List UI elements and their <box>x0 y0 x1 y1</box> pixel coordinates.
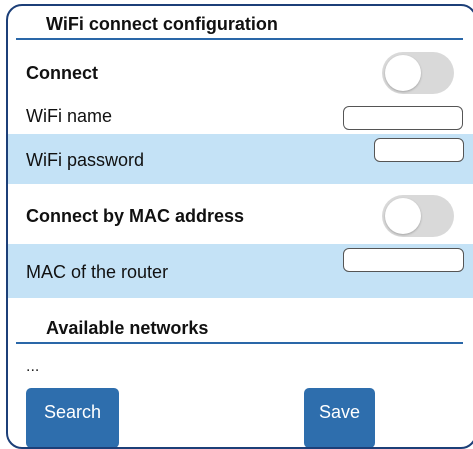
connect-by-mac-label: Connect by MAC address <box>26 206 245 226</box>
section-title-available-networks: Available networks <box>16 314 463 344</box>
wifi-name-label: WiFi name <box>26 106 113 126</box>
networks-list-placeholder: ... <box>26 358 40 375</box>
section-title-wifi-config: WiFi connect configuration <box>16 12 463 40</box>
wifi-config-panel: WiFi connect configuration Connect WiFi … <box>6 4 473 449</box>
toggle-knob <box>385 55 421 91</box>
connect-label: Connect <box>26 63 98 83</box>
search-button[interactable]: Search <box>26 388 119 447</box>
connect-by-mac-row: Connect by MAC address <box>8 190 473 240</box>
router-mac-label: MAC of the router <box>26 262 169 282</box>
router-mac-row: MAC of the router <box>8 244 473 298</box>
wifi-password-label: WiFi password <box>26 150 145 170</box>
wifi-password-row: WiFi password <box>8 134 473 184</box>
wifi-name-input[interactable] <box>343 106 463 130</box>
save-button[interactable]: Save <box>304 388 375 447</box>
connect-by-mac-toggle[interactable] <box>382 195 454 237</box>
wifi-name-row: WiFi name <box>8 98 473 134</box>
toggle-knob <box>385 198 421 234</box>
connect-row: Connect <box>8 50 473 98</box>
connect-toggle[interactable] <box>382 52 454 94</box>
router-mac-input[interactable] <box>343 248 464 272</box>
wifi-password-input[interactable] <box>374 138 464 162</box>
